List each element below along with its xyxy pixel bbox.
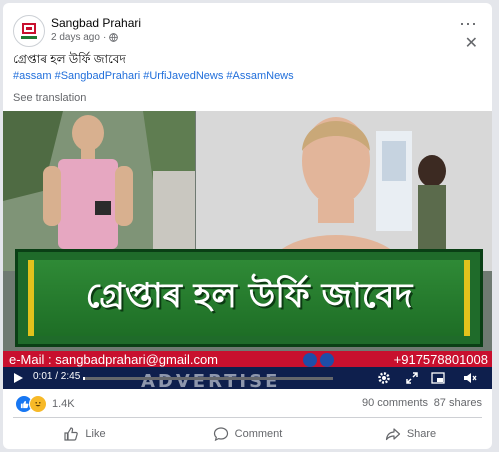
headline-banner-inner: গ্ৰেপ্তাৰ হল উৰ্ফি জাবেদ bbox=[28, 260, 470, 336]
post-timestamp[interactable]: 2 days ago bbox=[51, 32, 100, 43]
post-stats: 1.4K 90 comments 87 shares bbox=[3, 389, 492, 415]
like-label: Like bbox=[85, 428, 106, 440]
shares-count[interactable]: 87 shares bbox=[434, 397, 482, 409]
haha-reaction-icon bbox=[29, 395, 47, 413]
video-frame-left bbox=[3, 111, 195, 271]
comment-bubble-icon bbox=[213, 427, 228, 442]
thumbs-up-icon bbox=[64, 427, 79, 441]
video-frame-right bbox=[196, 111, 492, 271]
headline-banner: গ্ৰেপ্তাৰ হল উৰ্ফি জাবেদ bbox=[15, 249, 483, 347]
hashtags-link[interactable]: #assam #SangbadPrahari #UrfiJavedNews #A… bbox=[13, 70, 294, 82]
see-translation-link[interactable]: See translation bbox=[13, 92, 86, 104]
close-icon[interactable]: ✕ bbox=[465, 36, 478, 52]
video-time: 0:01 / 2:45 bbox=[33, 371, 81, 382]
actions-divider bbox=[13, 417, 482, 418]
fullscreen-icon[interactable] bbox=[405, 371, 419, 385]
share-button[interactable]: Share bbox=[329, 420, 492, 448]
video-controls: ADVERTISE 0:01 / 2:45 bbox=[3, 367, 492, 389]
post-actions: Like Comment Share bbox=[3, 420, 492, 448]
comments-count[interactable]: 90 comments bbox=[362, 397, 428, 409]
share-arrow-icon bbox=[385, 428, 400, 441]
whatsapp-icon bbox=[303, 353, 317, 367]
post-meta: 2 days ago · bbox=[51, 32, 119, 43]
video-progress-fill bbox=[83, 377, 85, 380]
comment-button[interactable]: Comment bbox=[166, 420, 329, 448]
more-options-icon[interactable]: ⋯ bbox=[459, 15, 478, 33]
like-button[interactable]: Like bbox=[3, 420, 166, 448]
video-player[interactable]: গ্ৰেপ্তাৰ হল উৰ্ফি জাবেদ e-Mail : sangba… bbox=[3, 111, 492, 389]
volume-mute-icon[interactable] bbox=[463, 371, 477, 385]
page-name-link[interactable]: Sangbad Prahari bbox=[51, 16, 141, 30]
advertise-text: ADVERTISE bbox=[141, 371, 281, 389]
post-text: গ্ৰেপ্তাৰ হল উৰ্ফি জাবেদ bbox=[13, 52, 126, 66]
phone-icon bbox=[320, 353, 334, 367]
meta-separator: · bbox=[102, 32, 107, 43]
reactions-summary[interactable]: 1.4K bbox=[15, 395, 75, 413]
play-icon[interactable] bbox=[11, 371, 25, 385]
share-label: Share bbox=[406, 428, 437, 440]
settings-icon[interactable] bbox=[377, 371, 391, 385]
comment-label: Comment bbox=[234, 428, 283, 440]
globe-icon bbox=[109, 33, 119, 42]
page-avatar[interactable] bbox=[13, 15, 45, 47]
picture-in-picture-icon[interactable] bbox=[431, 371, 445, 385]
video-progress-bar[interactable] bbox=[83, 377, 333, 380]
reactions-count: 1.4K bbox=[52, 398, 75, 410]
banner-headline: গ্ৰেপ্তাৰ হল উৰ্ফি জাবেদ bbox=[85, 275, 413, 316]
phone-icons bbox=[303, 353, 334, 367]
post-card: Sangbad Prahari 2 days ago · ⋯ ✕ গ্ৰেপ্ত… bbox=[3, 3, 492, 449]
